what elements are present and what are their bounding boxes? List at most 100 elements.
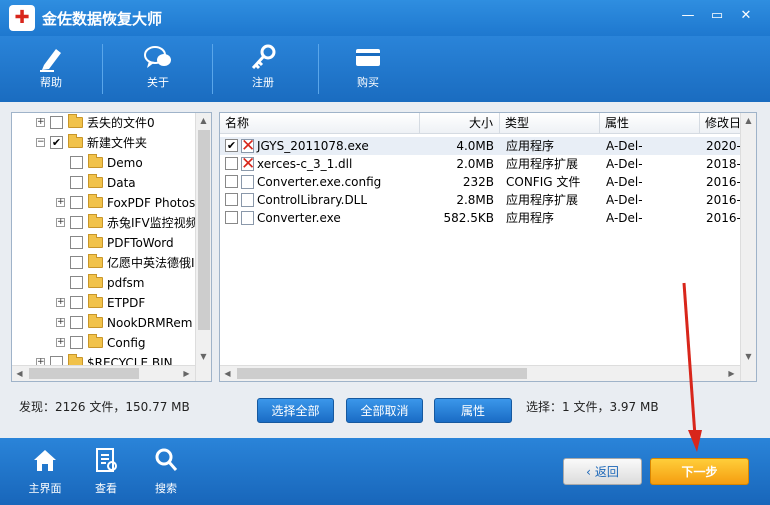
buy-label: 购买	[357, 76, 379, 89]
help-button[interactable]: 帮助	[19, 36, 83, 102]
next-button[interactable]: 下一步	[650, 458, 749, 485]
scroll-down-icon[interactable]: ▼	[741, 349, 756, 364]
tree-horizontal-scrollbar[interactable]: ◀ ▶	[12, 365, 195, 381]
tree-item-label: 丢失的文件0	[87, 116, 155, 130]
tree-item[interactable]: 亿愿中英法德俄I	[12, 253, 197, 273]
tree-expander-icon[interactable]: +	[56, 298, 65, 307]
file-row[interactable]: Converter.exe.config 232B CONFIG 文件 A-Del- 2…	[220, 173, 756, 191]
search-label: 搜索	[155, 482, 177, 495]
tree-item[interactable]: + NookDRMRem	[12, 313, 197, 333]
column-header[interactable]: 属性	[600, 113, 700, 134]
column-header[interactable]: 名称	[220, 113, 420, 134]
tree-item[interactable]: pdfsm	[12, 273, 197, 293]
file-attr: A-Del-	[606, 175, 643, 189]
tree-checkbox[interactable]	[70, 236, 83, 249]
tree-item[interactable]: + ETPDF	[12, 293, 197, 313]
tree-item[interactable]: Data	[12, 173, 197, 193]
file-row[interactable]: ✕ xerces-c_3_1.dll 2.0MB 应用程序扩展 A-Del- 2018-0…	[220, 155, 756, 173]
tree-checkbox[interactable]	[70, 256, 83, 269]
file-checkbox[interactable]	[225, 193, 238, 206]
tree-checkbox[interactable]: ✔	[50, 136, 63, 149]
home-label: 主界面	[28, 482, 62, 495]
close-button[interactable]: ✕	[734, 4, 758, 28]
tree-item-label: NookDRMRem	[107, 316, 193, 330]
tree-checkbox[interactable]	[70, 196, 83, 209]
pen-icon	[40, 49, 61, 72]
tree-vertical-scrollbar[interactable]: ▲ ▼	[195, 113, 211, 381]
folder-tree[interactable]: + 丢失的文件0 − ✔ 新建文件夹 Demo Data + FoxPDF Photos + 赤兔I…	[11, 112, 212, 382]
file-name: ControlLibrary.DLL	[257, 193, 368, 207]
file-row[interactable]: ControlLibrary.DLL 2.8MB 应用程序扩展 A-Del- 2016-…	[220, 191, 756, 209]
file-checkbox[interactable]	[225, 175, 238, 188]
tree-item[interactable]: + 赤兔IFV监控视频	[12, 213, 198, 233]
help-label: 帮助	[40, 76, 62, 89]
file-name: Converter.exe	[257, 211, 341, 225]
column-header[interactable]: 大小	[420, 113, 500, 134]
tree-item-label: 赤兔IFV监控视频	[107, 216, 198, 230]
view-button[interactable]: 查看	[78, 438, 134, 505]
tree-checkbox[interactable]	[70, 176, 83, 189]
tree-checkbox[interactable]	[70, 336, 83, 349]
file-horizontal-scrollbar[interactable]: ◀ ▶	[220, 365, 740, 381]
buy-button[interactable]: 购买	[336, 36, 400, 102]
tree-expander-icon[interactable]: +	[56, 218, 65, 227]
home-icon	[34, 450, 56, 471]
properties-button[interactable]: 属性	[434, 398, 512, 423]
tree-expander-icon[interactable]: +	[56, 318, 65, 327]
scroll-left-icon[interactable]: ◀	[220, 366, 235, 381]
tree-checkbox[interactable]	[70, 276, 83, 289]
minimize-button[interactable]: —	[676, 4, 700, 28]
tree-item[interactable]: Demo	[12, 153, 197, 173]
file-size: 582.5KB	[443, 211, 494, 225]
file-name: JGYS_2011078.exe	[257, 139, 369, 153]
tree-expander-icon[interactable]: +	[56, 338, 65, 347]
file-row[interactable]: ✔ ✕ JGYS_2011078.exe 4.0MB 应用程序 A-Del- 2020-09…	[220, 137, 756, 155]
file-checkbox[interactable]: ✔	[225, 139, 238, 152]
scroll-up-icon[interactable]: ▲	[196, 113, 211, 128]
scroll-right-icon[interactable]: ▶	[179, 366, 194, 381]
tree-expander-icon[interactable]: −	[36, 138, 45, 147]
tree-expander-icon[interactable]: +	[56, 198, 65, 207]
file-checkbox[interactable]	[225, 157, 238, 170]
about-button[interactable]: 关于	[126, 36, 190, 102]
deleted-file-icon: ✕	[241, 136, 256, 156]
search-icon	[155, 448, 178, 471]
toolbar-divider	[102, 44, 103, 94]
search-button[interactable]: 搜索	[138, 438, 194, 505]
deselect-all-button[interactable]: 全部取消	[346, 398, 423, 423]
home-button[interactable]: 主界面	[17, 438, 73, 505]
folder-icon	[68, 134, 83, 148]
file-type: 应用程序扩展	[506, 193, 579, 207]
tree-checkbox[interactable]	[50, 116, 63, 129]
tree-checkbox[interactable]	[70, 316, 83, 329]
scroll-down-icon[interactable]: ▼	[196, 349, 211, 364]
tree-checkbox[interactable]	[70, 216, 83, 229]
tree-item-label: pdfsm	[107, 276, 145, 290]
scroll-thumb[interactable]	[237, 368, 527, 379]
tree-expander-icon[interactable]: +	[36, 118, 45, 127]
scroll-right-icon[interactable]: ▶	[724, 366, 739, 381]
file-checkbox[interactable]	[225, 211, 238, 224]
selected-summary: 选择：1 文件，3.97 MB	[526, 400, 659, 414]
select-all-button[interactable]: 选择全部	[257, 398, 334, 423]
tree-item[interactable]: + Config	[12, 333, 197, 353]
tree-item[interactable]: PDFToWord	[12, 233, 197, 253]
tree-checkbox[interactable]	[70, 156, 83, 169]
tree-item[interactable]: + FoxPDF Photos	[12, 193, 197, 213]
tree-checkbox[interactable]	[70, 296, 83, 309]
scroll-thumb[interactable]	[198, 130, 210, 330]
column-header[interactable]: 类型	[500, 113, 600, 134]
file-row[interactable]: Converter.exe 582.5KB 应用程序 A-Del- 2016-01-	[220, 209, 756, 227]
file-name: Converter.exe.config	[257, 175, 382, 189]
file-vertical-scrollbar[interactable]: ▲ ▼	[740, 113, 756, 381]
scroll-thumb[interactable]	[29, 368, 139, 379]
register-button[interactable]: 注册	[231, 36, 295, 102]
tree-item[interactable]: + 丢失的文件0	[12, 113, 197, 133]
found-summary: 发现：2126 文件，150.77 MB	[19, 400, 190, 414]
file-list[interactable]: 名称 大小 类型 属性 修改日期 ✔ ✕ JGYS_2011078.exe 4.0MB 应用程序 A…	[219, 112, 757, 382]
scroll-left-icon[interactable]: ◀	[12, 366, 27, 381]
maximize-button[interactable]: ▭	[705, 4, 729, 28]
scroll-up-icon[interactable]: ▲	[741, 113, 756, 128]
back-button[interactable]: ‹ 返回	[563, 458, 642, 485]
tree-item[interactable]: − ✔ 新建文件夹	[12, 133, 197, 153]
